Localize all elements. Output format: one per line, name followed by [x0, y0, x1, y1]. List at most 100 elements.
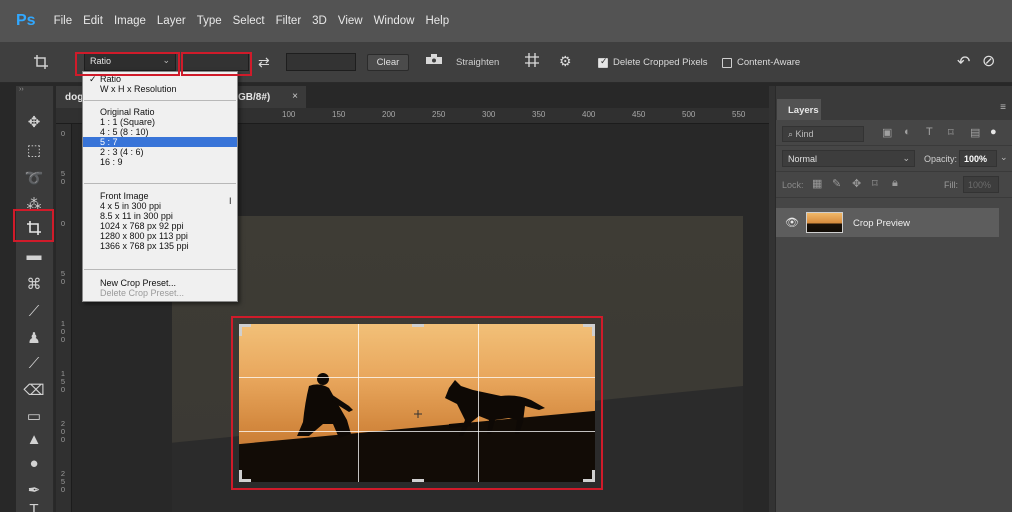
magic-wand-tool-icon[interactable]: ⁂	[16, 190, 52, 217]
ruler-tick: 300	[482, 110, 496, 119]
toolbox-collapse-icon[interactable]: ››	[16, 86, 53, 96]
opacity-input[interactable]: 100%	[959, 150, 997, 167]
layer-name: Crop Preview	[853, 218, 911, 229]
menu-help[interactable]: Help	[425, 15, 449, 27]
dodge-tool-icon[interactable]: ●	[16, 450, 52, 477]
move-tool-icon[interactable]: ✥	[16, 108, 52, 135]
swap-icon[interactable]: ⇄	[258, 54, 270, 71]
gear-icon[interactable]: ⚙	[559, 53, 572, 70]
crop-handle-top-left[interactable]	[239, 324, 251, 336]
lock-all-icon[interactable]: 🔒︎	[892, 177, 898, 190]
crop-handle-bottom-left[interactable]	[239, 470, 251, 482]
lock-transparency-icon[interactable]: ▦	[812, 177, 822, 190]
tab-layers[interactable]: Layers	[777, 99, 821, 120]
type-filter-icon[interactable]: T	[926, 126, 933, 138]
dropdown-item-new-preset[interactable]: New Crop Preset...	[83, 278, 237, 288]
crop-tool-icon[interactable]	[16, 214, 52, 241]
dropdown-item-2x3[interactable]: 2 : 3 (4 : 6)	[83, 147, 237, 157]
ruler-tick: 400	[582, 110, 596, 119]
dropdown-item-square[interactable]: 1 : 1 (Square)	[83, 117, 237, 127]
close-tab-icon[interactable]: ×	[292, 91, 298, 102]
menu-file[interactable]: File	[54, 15, 73, 27]
marquee-tool-icon[interactable]: ⬚	[16, 136, 52, 163]
cancel-icon[interactable]: ⊘	[982, 51, 995, 71]
crop-handle-bottom-right[interactable]	[583, 470, 595, 482]
grid-overlay-icon[interactable]	[524, 52, 540, 72]
ratio-select[interactable]: Ratio ⌄	[84, 53, 176, 71]
stamp-tool-icon[interactable]: ♟	[16, 324, 52, 351]
shape-filter-icon[interactable]: ⌑	[948, 126, 954, 139]
ruler-tick: 1 5 0	[60, 369, 66, 394]
dropdown-item-wxh[interactable]: W x H x Resolution	[83, 84, 237, 94]
lock-row: Lock: ▦ ✎ ✥ ⌑ 🔒︎ Fill: 100%	[776, 172, 1012, 198]
straighten-icon[interactable]	[425, 53, 443, 68]
panel-topbar	[776, 86, 1012, 94]
menu-window[interactable]: Window	[374, 15, 415, 27]
crop-preset-icon[interactable]	[28, 50, 54, 74]
fill-input[interactable]: 100%	[963, 176, 999, 193]
menu-image[interactable]: Image	[114, 15, 146, 27]
history-brush-tool-icon[interactable]: ⟋	[16, 350, 52, 377]
kind-filter-select[interactable]: ⌕ Kind	[782, 126, 864, 142]
reset-icon[interactable]: ↶	[957, 52, 970, 72]
left-ruler: 0 5 0 0 5 0 1 0 0 1 5 0 2 0 0 2 5 0	[56, 124, 72, 512]
grid-line	[239, 431, 595, 432]
filter-row: ⌕ Kind ▣ ◐ T ⌑ ▤ ●	[776, 120, 1012, 146]
crop-box[interactable]	[231, 316, 603, 490]
menu-filter[interactable]: Filter	[276, 15, 302, 27]
dropdown-item-5x7[interactable]: 5 : 7	[83, 137, 237, 147]
menu-select[interactable]: Select	[233, 15, 265, 27]
ruler-tool-icon[interactable]: ▬	[16, 242, 52, 269]
smart-object-filter-icon[interactable]: ▤	[970, 126, 980, 139]
dropdown-item-ratio[interactable]: ✓ Ratio	[83, 74, 237, 84]
grid-line	[358, 324, 359, 482]
dropdown-item-1366x768[interactable]: 1366 x 768 px 135 ppi	[83, 241, 237, 251]
height-input[interactable]	[286, 53, 356, 71]
type-tool-icon[interactable]: T	[16, 496, 52, 512]
menu-type[interactable]: Type	[197, 15, 222, 27]
gradient-tool-icon[interactable]: ▭	[16, 402, 52, 429]
sharpen-tool-icon[interactable]: ▲	[16, 426, 52, 453]
adjustment-filter-icon[interactable]: ◐	[904, 126, 911, 138]
crop-handle-top-right[interactable]	[583, 324, 595, 336]
checkmark-icon: ✓	[89, 74, 97, 84]
panel-menu-icon[interactable]: ≡	[1000, 102, 1006, 113]
dropdown-item-original-ratio[interactable]: Original Ratio	[83, 107, 237, 117]
delete-cropped-label: Delete Cropped Pixels	[613, 57, 708, 68]
menu-layer[interactable]: Layer	[157, 15, 186, 27]
lock-artboard-icon[interactable]: ⌑	[872, 177, 878, 190]
width-input[interactable]	[181, 53, 249, 71]
dropdown-item-85x11-300[interactable]: 8.5 x 11 in 300 ppi	[83, 211, 237, 221]
menu-edit[interactable]: Edit	[83, 15, 103, 27]
ruler-tick: 2 0 0	[60, 419, 66, 444]
dropdown-item-4x5[interactable]: 4 : 5 (8 : 10)	[83, 127, 237, 137]
dropdown-item-1024x768[interactable]: 1024 x 768 px 92 ppi	[83, 221, 237, 231]
layers-panel: Layers ≡ ⌕ Kind ▣ ◐ T ⌑ ▤ ● Normal ⌄ Opa…	[775, 86, 1012, 512]
content-aware-checkbox[interactable]	[722, 58, 732, 68]
eye-icon[interactable]: 👁︎	[785, 216, 799, 229]
clear-button[interactable]: Clear	[367, 54, 409, 71]
pixel-filter-icon[interactable]: ▣	[882, 126, 892, 139]
lasso-tool-icon[interactable]: ➰	[16, 164, 52, 191]
crop-handle-top[interactable]	[412, 324, 424, 327]
lock-pixels-icon[interactable]: ✎	[832, 177, 841, 190]
document-tab-suffix: GB/8#)	[238, 92, 271, 103]
layer-row[interactable]: 👁︎ Crop Preview	[776, 208, 999, 237]
crop-handle-bottom[interactable]	[412, 479, 424, 482]
eraser-tool-icon[interactable]: ⌫	[16, 376, 52, 403]
menu-view[interactable]: View	[338, 15, 363, 27]
dropdown-item-1280x800[interactable]: 1280 x 800 px 113 ppi	[83, 231, 237, 241]
straighten-label[interactable]: Straighten	[456, 57, 499, 68]
brush-tool-icon[interactable]: ⟋	[16, 298, 52, 325]
lock-position-icon[interactable]: ✥	[852, 177, 861, 190]
dropdown-item-4x5-300[interactable]: 4 x 5 in 300 ppi	[83, 201, 237, 211]
delete-cropped-checkbox[interactable]	[598, 56, 608, 68]
dropdown-item-16x9[interactable]: 16 : 9	[83, 157, 237, 167]
ruler-tick: 200	[382, 110, 396, 119]
chevron-down-icon[interactable]: ⌄	[1000, 152, 1008, 163]
dropdown-item-front-image[interactable]: Front Image	[83, 191, 237, 201]
healing-brush-tool-icon[interactable]: ⌘	[16, 270, 52, 297]
menu-3d[interactable]: 3D	[312, 15, 327, 27]
filter-toggle-icon[interactable]: ●	[990, 126, 997, 138]
blend-mode-select[interactable]: Normal ⌄	[782, 150, 915, 167]
